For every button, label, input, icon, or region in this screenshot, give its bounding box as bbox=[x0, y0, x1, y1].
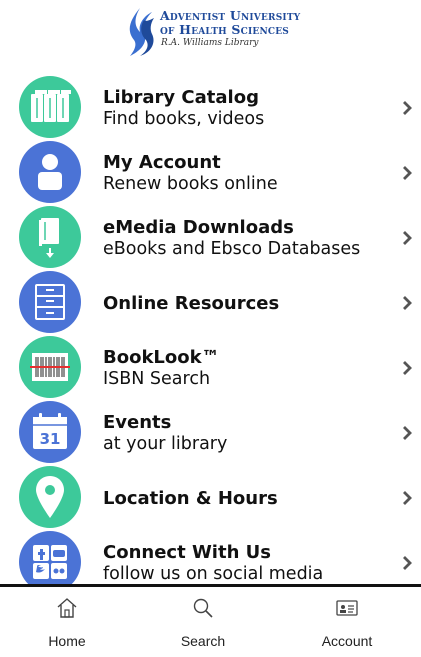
menu-item-subtitle: ISBN Search bbox=[103, 369, 211, 389]
logo-line-3: R.A. Williams Library bbox=[161, 38, 259, 48]
search-icon bbox=[193, 598, 213, 618]
menu-item-subtitle: eBooks and Ebsco Databases bbox=[103, 239, 361, 259]
chevron-right-icon bbox=[403, 556, 412, 570]
menu-item-events[interactable]: 31 Events at your library bbox=[0, 399, 421, 464]
logo-line-1: Adventist University bbox=[160, 8, 301, 23]
tab-search[interactable]: Search bbox=[153, 587, 253, 657]
id-card-icon bbox=[336, 600, 358, 616]
university-logo: Adventist University of Health Sciences … bbox=[122, 4, 302, 60]
calendar-day-text: 31 bbox=[40, 430, 61, 448]
flame-logo-icon bbox=[129, 8, 154, 56]
menu-item-online-resources[interactable]: Online Resources bbox=[0, 269, 421, 334]
barcode-icon bbox=[19, 336, 81, 398]
menu-item-location-hours[interactable]: Location & Hours bbox=[0, 464, 421, 529]
chevron-right-icon bbox=[403, 426, 412, 440]
menu-item-title: Location & Hours bbox=[103, 488, 278, 509]
menu-item-subtitle: at your library bbox=[103, 434, 228, 454]
person-icon bbox=[19, 141, 81, 203]
calendar-icon: 31 bbox=[19, 401, 81, 463]
chevron-right-icon bbox=[403, 231, 412, 245]
tab-label: Home bbox=[48, 633, 86, 649]
chevron-right-icon bbox=[403, 166, 412, 180]
menu-item-title: Connect With Us bbox=[103, 542, 271, 563]
tab-label: Search bbox=[180, 633, 226, 649]
chevron-right-icon bbox=[403, 296, 412, 310]
menu-item-subtitle: follow us on social media bbox=[103, 564, 324, 584]
menu-item-connect-with-us[interactable]: Connect With Us follow us on social medi… bbox=[0, 529, 421, 584]
menu-item-library-catalog[interactable]: Library Catalog Find books, videos bbox=[0, 74, 421, 139]
books-icon bbox=[19, 76, 81, 138]
menu-item-booklook[interactable]: BookLook™ ISBN Search bbox=[0, 334, 421, 399]
tab-home[interactable]: Home bbox=[17, 587, 117, 657]
menu-item-subtitle: Find books, videos bbox=[103, 109, 265, 129]
tab-label: Account bbox=[321, 633, 373, 649]
main-menu: Library Catalog Find books, videos My Ac… bbox=[0, 74, 421, 584]
home-icon bbox=[57, 598, 77, 618]
menu-item-title: Library Catalog bbox=[103, 87, 259, 108]
tab-account[interactable]: Account bbox=[297, 587, 397, 657]
menu-item-title: eMedia Downloads bbox=[103, 217, 294, 238]
menu-item-my-account[interactable]: My Account Renew books online bbox=[0, 139, 421, 204]
chevron-right-icon bbox=[403, 101, 412, 115]
menu-item-emedia-downloads[interactable]: eMedia Downloads eBooks and Ebsco Databa… bbox=[0, 204, 421, 269]
logo-line-2: of Health Sciences bbox=[160, 21, 289, 37]
social-media-icon bbox=[19, 531, 81, 584]
menu-item-title: My Account bbox=[103, 152, 221, 173]
menu-item-title: Online Resources bbox=[103, 293, 280, 314]
bottom-tab-bar: Home Search Account bbox=[0, 587, 421, 657]
map-pin-icon bbox=[19, 466, 81, 528]
chevron-right-icon bbox=[403, 361, 412, 375]
ebook-download-icon bbox=[19, 206, 81, 268]
menu-item-title: Events bbox=[103, 412, 172, 433]
app-header: Adventist University of Health Sciences … bbox=[0, 0, 421, 66]
file-cabinet-icon bbox=[19, 271, 81, 333]
chevron-right-icon bbox=[403, 491, 412, 505]
menu-item-subtitle: Renew books online bbox=[103, 174, 278, 194]
menu-item-title: BookLook™ bbox=[103, 347, 220, 368]
